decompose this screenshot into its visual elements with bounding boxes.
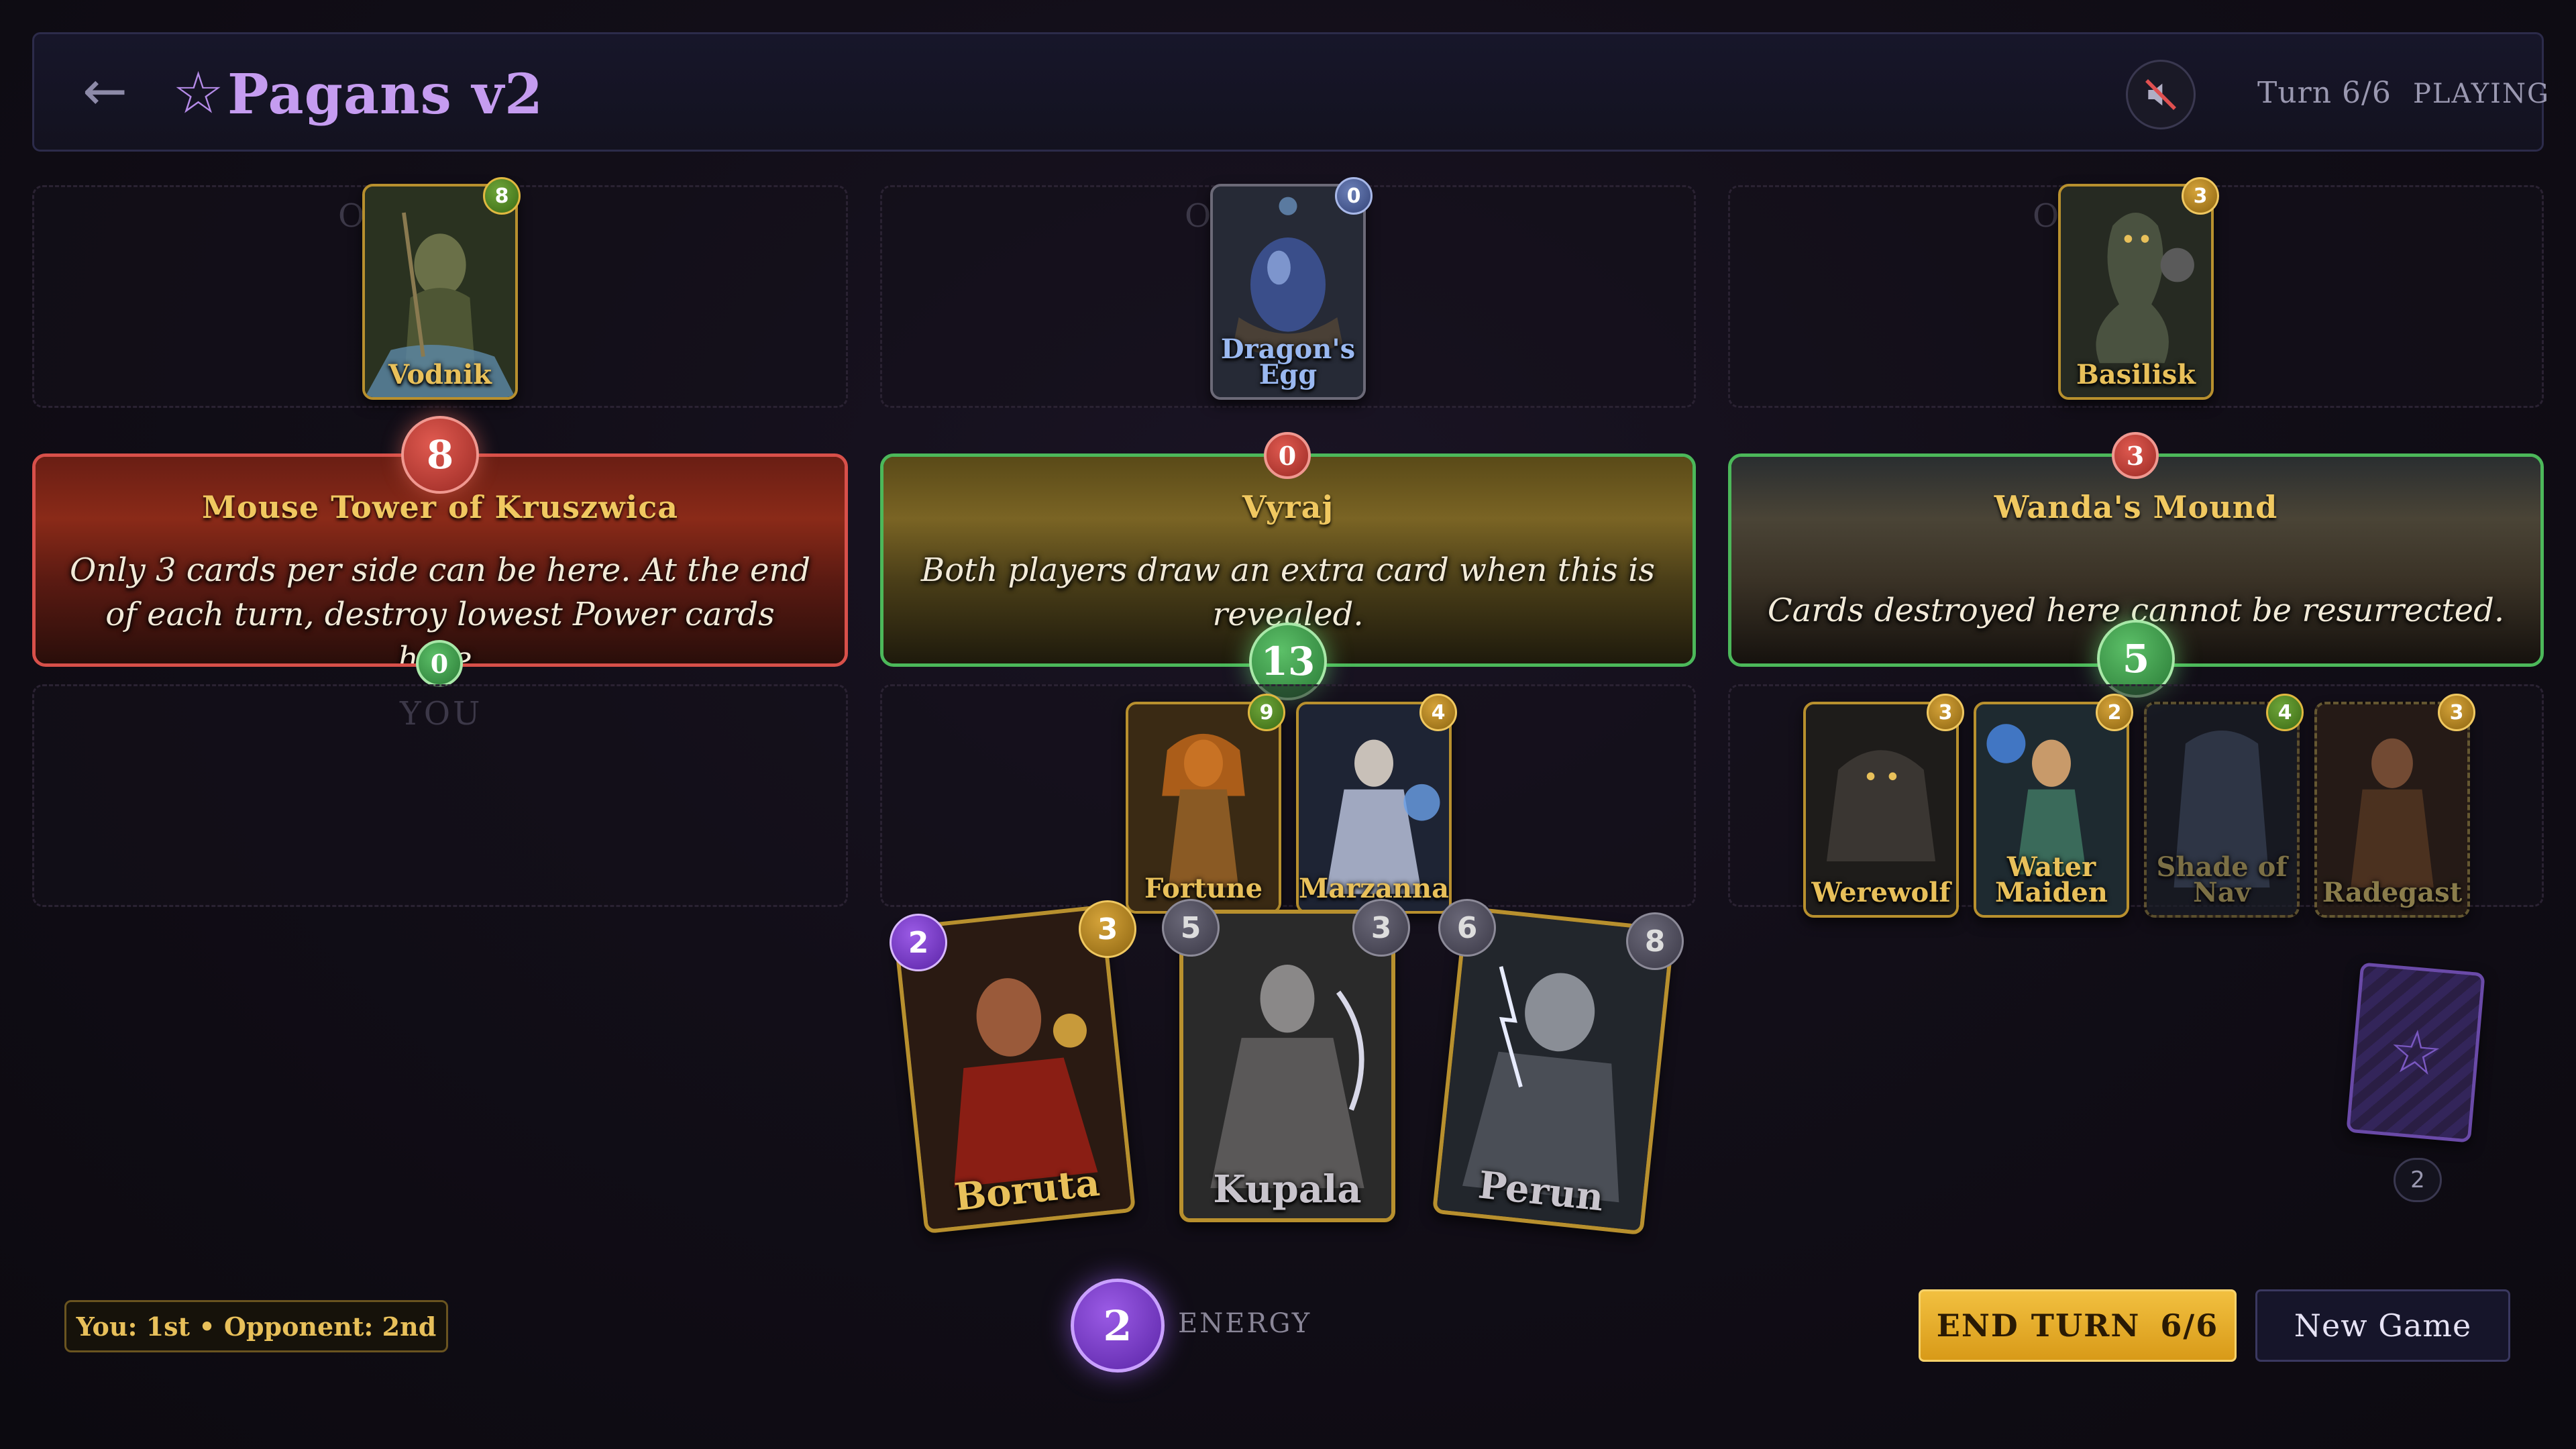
power-badge: 4	[1419, 694, 1457, 731]
turn-order-badge: You: 1st • Opponent: 2nd	[64, 1300, 448, 1352]
opponent-score: 8	[401, 416, 479, 494]
energy-cost-badge: 2	[890, 914, 947, 971]
opponent-card-vodnik[interactable]: Vodnik	[362, 184, 518, 400]
game-title: Pagans v2	[227, 62, 544, 127]
location-name: Mouse Tower of Kruszwica	[201, 489, 679, 525]
power-badge: 8	[1626, 912, 1684, 970]
power-badge: 3	[1927, 694, 1964, 731]
star-icon: ☆	[2385, 1015, 2446, 1090]
location-name: Vyraj	[1242, 489, 1334, 525]
opponent-card-basilisk[interactable]: Basilisk	[2058, 184, 2214, 400]
back-arrow-icon[interactable]: ←	[83, 60, 127, 122]
player-deck[interactable]: ☆	[2346, 962, 2485, 1143]
muted-speaker-icon	[2145, 79, 2176, 110]
card-name: Basilisk	[2076, 359, 2196, 390]
new-game-button[interactable]: New Game	[2255, 1289, 2510, 1362]
card-name: Vodnik	[388, 359, 492, 390]
power-badge: 2	[2096, 694, 2133, 731]
player-card-fortune[interactable]: Fortune	[1126, 702, 1281, 914]
power-badge: 3	[1079, 900, 1136, 958]
opponent-score: 3	[2112, 432, 2159, 479]
card-name: Fortune	[1144, 873, 1263, 904]
card-name: Marzanna	[1299, 873, 1449, 904]
player-label: YOU	[400, 695, 483, 733]
end-turn-count: 6/6	[2160, 1307, 2219, 1344]
power-badge: 9	[1248, 694, 1285, 731]
power-badge: 0	[1335, 177, 1373, 215]
power-badge: 8	[483, 177, 521, 215]
mute-button[interactable]	[2126, 60, 2196, 129]
card-name: Werewolf	[1811, 877, 1951, 908]
energy-label: ENERGY	[1178, 1308, 1312, 1339]
power-badge: 3	[1352, 899, 1410, 957]
game-status: PLAYING	[2413, 78, 2550, 109]
energy-cost-badge: 6	[1438, 899, 1496, 957]
star-icon: ☆	[172, 60, 225, 127]
end-turn-button[interactable]: END TURN 6/6	[1919, 1289, 2237, 1362]
energy-cost-badge: 5	[1162, 899, 1220, 957]
player-card-radegast[interactable]: Radegast	[2314, 702, 2470, 918]
player-score: 0	[416, 640, 463, 687]
power-badge: 4	[2266, 694, 2304, 731]
card-name: Kupala	[1213, 1167, 1362, 1212]
opponent-score: 0	[1264, 432, 1311, 479]
opponent-card-dragons-egg[interactable]: Dragon's Egg	[1210, 184, 1366, 400]
player-zone-2	[880, 684, 1696, 907]
location-name: Wanda's Mound	[1994, 489, 2278, 525]
energy-orb: 2	[1071, 1279, 1165, 1373]
player-card-shade-of-nav[interactable]: Shade of Nav	[2144, 702, 2300, 918]
end-turn-label: END TURN	[1936, 1307, 2141, 1344]
top-bar: ← ☆ Pagans v2 Turn 6/6 PLAYING	[32, 32, 2548, 152]
card-name: Dragon's Egg	[1220, 333, 1356, 390]
player-card-water-maiden[interactable]: Water Maiden	[1974, 702, 2129, 918]
player-card-marzanna[interactable]: Marzanna	[1296, 702, 1452, 914]
card-name: Radegast	[2322, 877, 2463, 908]
player-card-werewolf[interactable]: Werewolf	[1803, 702, 1959, 918]
card-name: Shade of Nav	[2156, 851, 2288, 908]
deck-count: 2	[2394, 1158, 2442, 1202]
hand-card-kupala[interactable]: Kupala	[1179, 910, 1395, 1222]
turn-counter: Turn 6/6	[2257, 76, 2392, 110]
power-badge: 3	[2182, 177, 2219, 215]
card-name: Water Maiden	[1995, 851, 2108, 908]
power-badge: 3	[2438, 694, 2475, 731]
